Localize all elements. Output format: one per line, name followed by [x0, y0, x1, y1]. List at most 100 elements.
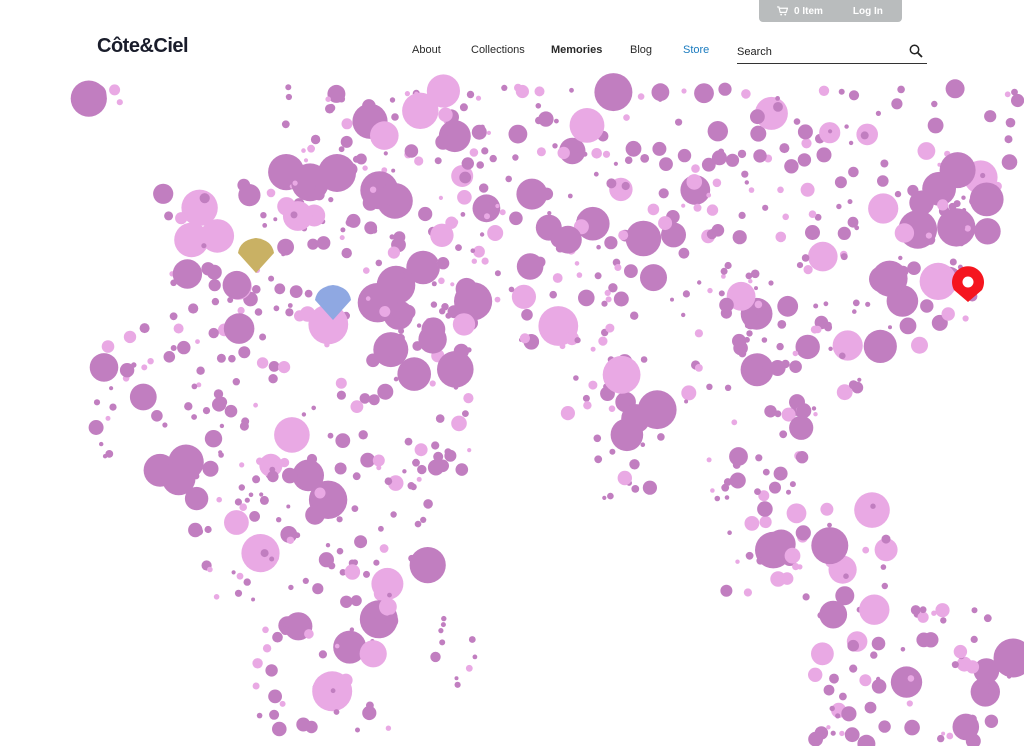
map-dot[interactable]: [218, 452, 224, 458]
map-dot[interactable]: [900, 647, 906, 652]
map-dot[interactable]: [891, 98, 903, 110]
map-dot[interactable]: [170, 279, 177, 287]
map-dot[interactable]: [282, 201, 313, 231]
map-dot[interactable]: [768, 280, 774, 286]
map-dot[interactable]: [870, 651, 878, 659]
map-dot[interactable]: [750, 269, 760, 279]
map-dot[interactable]: [224, 510, 249, 535]
map-dot[interactable]: [952, 713, 980, 741]
map-dot[interactable]: [307, 238, 319, 250]
map-dot[interactable]: [188, 303, 199, 314]
map-dot[interactable]: [732, 230, 747, 245]
map-dot[interactable]: [919, 606, 927, 614]
map-dot[interactable]: [191, 414, 198, 420]
map-dot[interactable]: [819, 600, 848, 629]
map-dot[interactable]: [1011, 88, 1018, 96]
map-dot[interactable]: [811, 527, 849, 565]
map-dot[interactable]: [467, 448, 472, 453]
map-dot[interactable]: [441, 303, 449, 311]
map-dot[interactable]: [614, 264, 622, 271]
map-dot[interactable]: [837, 226, 851, 240]
map-dot[interactable]: [559, 343, 566, 350]
map-dot[interactable]: [450, 282, 455, 287]
map-dot[interactable]: [172, 259, 203, 289]
map-dot[interactable]: [755, 454, 763, 462]
map-dot[interactable]: [878, 720, 891, 733]
map-dot[interactable]: [427, 459, 444, 476]
map-dot[interactable]: [272, 631, 283, 643]
map-dot[interactable]: [223, 313, 255, 344]
map-dot[interactable]: [569, 87, 574, 93]
map-dot[interactable]: [286, 504, 291, 509]
map-dot[interactable]: [466, 90, 475, 99]
map-dot[interactable]: [241, 534, 280, 573]
map-dot[interactable]: [953, 220, 966, 233]
map-dot[interactable]: [684, 399, 689, 404]
map-dot[interactable]: [830, 730, 836, 736]
map-dot[interactable]: [211, 297, 220, 306]
map-dot[interactable]: [931, 610, 937, 616]
map-dot[interactable]: [267, 470, 279, 483]
map-dot[interactable]: [109, 386, 114, 391]
map-dot[interactable]: [610, 418, 644, 452]
map-dot[interactable]: [519, 333, 531, 344]
map-dot[interactable]: [273, 305, 280, 312]
map-dot[interactable]: [598, 336, 608, 346]
map-dot[interactable]: [282, 467, 298, 484]
map-dot[interactable]: [811, 642, 834, 666]
map-dot[interactable]: [907, 675, 915, 682]
map-dot[interactable]: [515, 84, 530, 99]
map-dot[interactable]: [859, 674, 872, 687]
map-dot[interactable]: [508, 124, 528, 144]
map-dot[interactable]: [262, 223, 268, 228]
map-dot[interactable]: [898, 255, 903, 261]
map-dot[interactable]: [438, 628, 444, 634]
blue-diamond-marker[interactable]: [313, 283, 353, 321]
map-dot[interactable]: [248, 492, 254, 498]
map-dot[interactable]: [764, 405, 777, 418]
map-dot[interactable]: [640, 356, 648, 363]
map-dot[interactable]: [823, 684, 835, 696]
map-dot[interactable]: [801, 138, 812, 149]
map-dot[interactable]: [813, 412, 818, 417]
map-dot[interactable]: [718, 82, 732, 96]
map-dot[interactable]: [945, 79, 965, 99]
map-dot[interactable]: [509, 211, 523, 226]
map-dot[interactable]: [746, 330, 753, 337]
map-dot[interactable]: [290, 211, 298, 219]
map-dot[interactable]: [714, 495, 721, 502]
map-dot[interactable]: [139, 323, 150, 334]
map-dot[interactable]: [820, 502, 834, 516]
map-dot[interactable]: [718, 290, 725, 297]
map-dot[interactable]: [101, 340, 115, 353]
map-dot[interactable]: [287, 303, 293, 308]
map-dot[interactable]: [188, 522, 203, 538]
map-dot[interactable]: [170, 345, 177, 351]
map-dot[interactable]: [434, 157, 442, 165]
map-dot[interactable]: [359, 640, 387, 668]
map-dot[interactable]: [658, 188, 669, 199]
map-dot[interactable]: [195, 339, 200, 344]
map-dot[interactable]: [1011, 93, 1024, 108]
map-dot[interactable]: [379, 306, 391, 317]
map-dot[interactable]: [294, 310, 306, 322]
map-dot[interactable]: [554, 225, 582, 254]
map-dot[interactable]: [304, 289, 313, 298]
map-dot[interactable]: [744, 180, 749, 185]
map-dot[interactable]: [839, 352, 846, 360]
map-dot[interactable]: [334, 462, 347, 475]
map-dot[interactable]: [285, 93, 292, 101]
map-dot[interactable]: [917, 142, 936, 160]
map-dot[interactable]: [435, 414, 445, 423]
map-dot[interactable]: [654, 87, 664, 97]
map-dot[interactable]: [201, 262, 215, 276]
map-dot[interactable]: [949, 258, 957, 266]
map-dot[interactable]: [216, 396, 228, 408]
map-dot[interactable]: [207, 566, 213, 573]
map-dot[interactable]: [307, 144, 315, 153]
map-dot[interactable]: [691, 164, 700, 173]
map-dot[interactable]: [438, 195, 443, 200]
map-dot[interactable]: [269, 556, 275, 562]
map-dot[interactable]: [707, 121, 728, 142]
map-dot[interactable]: [330, 688, 336, 694]
